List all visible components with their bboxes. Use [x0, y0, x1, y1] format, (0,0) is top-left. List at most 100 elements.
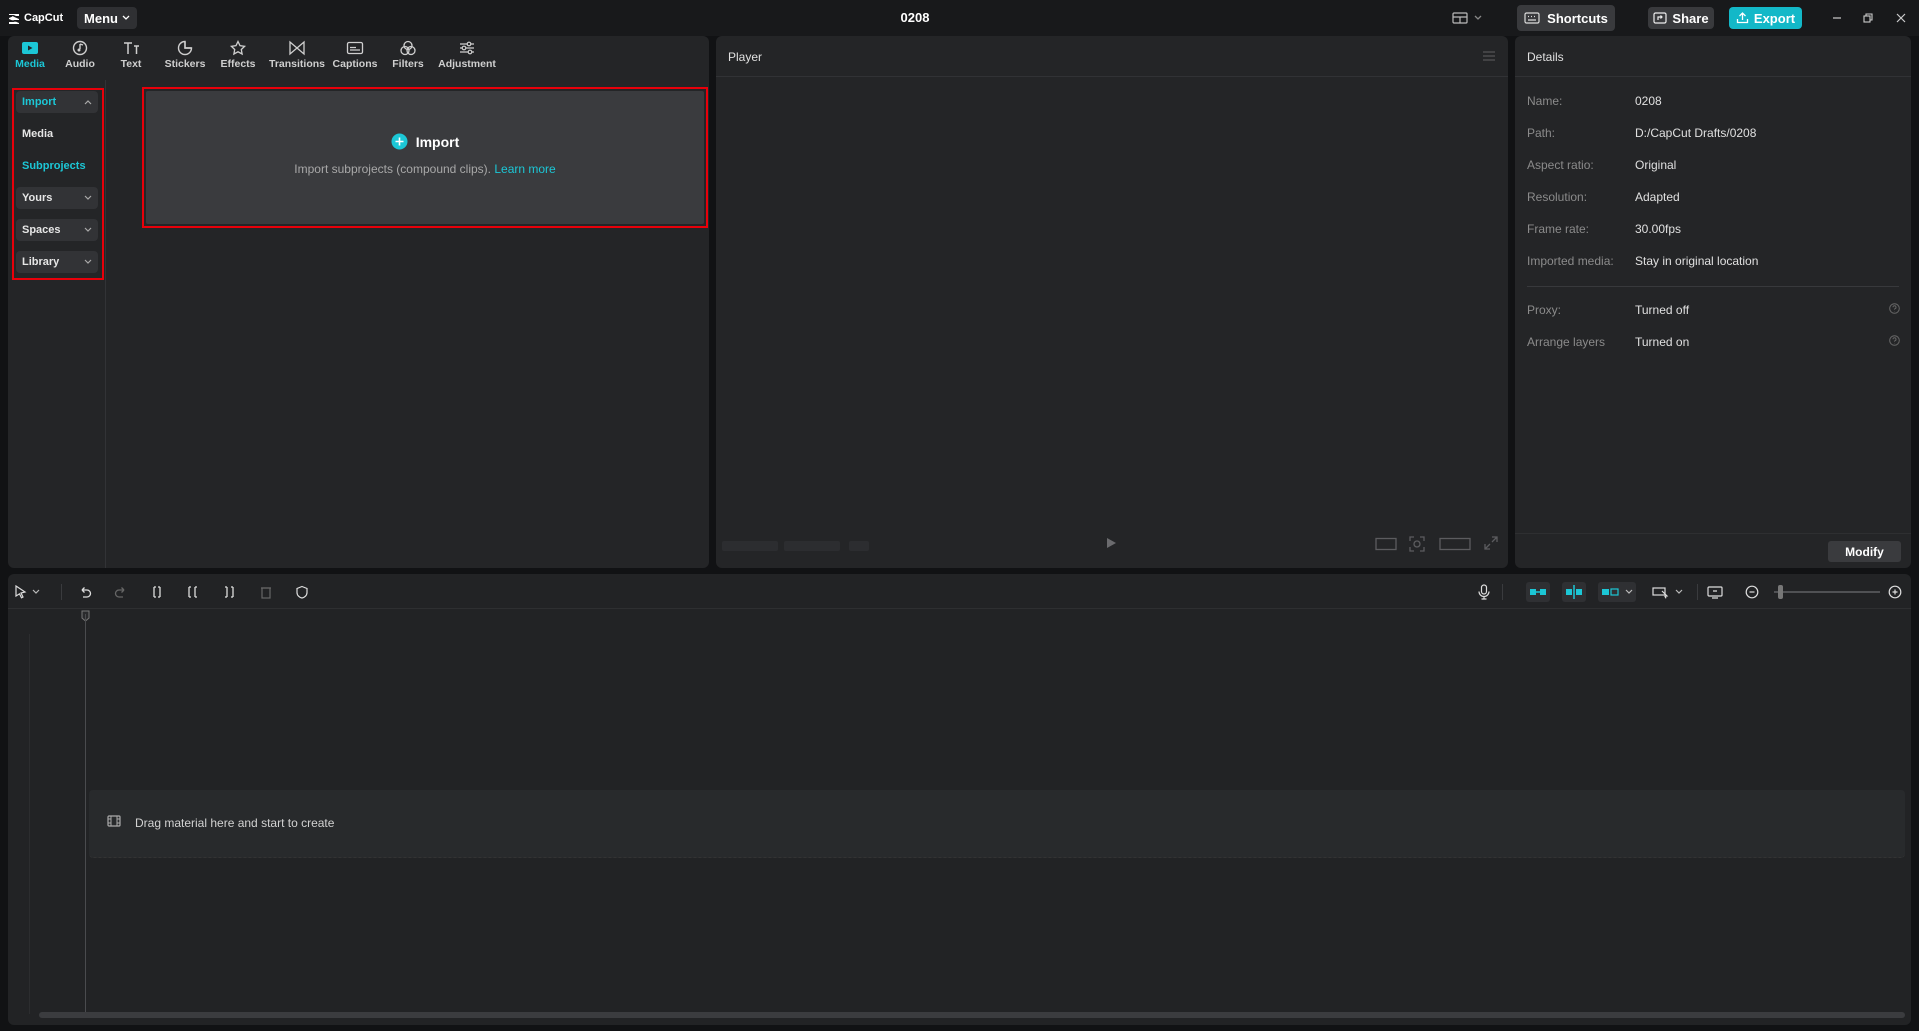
- detail-value-path: D:/CapCut Drafts/0208: [1635, 126, 1757, 140]
- toolbar-divider: [1502, 584, 1503, 600]
- ratio-button[interactable]: [1439, 537, 1471, 551]
- trim-right-icon: [225, 586, 234, 598]
- minimize-button[interactable]: [1829, 10, 1845, 26]
- effects-icon: [229, 40, 247, 56]
- details-header-divider: [1515, 76, 1911, 77]
- detail-label-frame-rate: Frame rate:: [1527, 222, 1590, 236]
- details-title: Details: [1527, 50, 1564, 64]
- zoom-view-button[interactable]: [1409, 536, 1425, 552]
- filters-icon: [400, 40, 416, 56]
- preview-axis-button[interactable]: [1649, 582, 1685, 602]
- drop-hint-text: Drag material here and start to create: [135, 816, 335, 830]
- export-button[interactable]: Export: [1729, 7, 1802, 29]
- share-button[interactable]: Share: [1648, 7, 1714, 29]
- help-icon: [1889, 335, 1900, 346]
- fullscreen-button[interactable]: [1484, 536, 1498, 550]
- zoom-in-button[interactable]: [1885, 582, 1905, 602]
- timeline-view-button[interactable]: [1705, 582, 1725, 602]
- timecode-current: [722, 541, 778, 551]
- media-icon: [22, 42, 38, 54]
- keyboard-icon: [1524, 12, 1540, 24]
- split-right-button[interactable]: [219, 582, 239, 602]
- audio-icon: [72, 40, 88, 56]
- zoom-out-button[interactable]: [1742, 582, 1762, 602]
- proxy-info-button[interactable]: [1889, 303, 1900, 314]
- modify-button[interactable]: Modify: [1828, 541, 1901, 562]
- tab-label: Adjustment: [438, 58, 496, 70]
- player-menu-button[interactable]: [1482, 50, 1496, 62]
- close-icon: [1896, 13, 1906, 23]
- adjustment-icon: [460, 41, 474, 55]
- detail-label-name: Name:: [1527, 94, 1563, 108]
- zoom-slider-handle[interactable]: [1778, 585, 1783, 599]
- shield-icon: [296, 585, 308, 599]
- capcut-logo-icon: [9, 13, 19, 24]
- detail-label-imported-media: Imported media:: [1527, 254, 1614, 268]
- menu-button[interactable]: Menu: [77, 7, 137, 29]
- capcut-logo: CapCut: [8, 9, 63, 27]
- snap-icon: [1566, 585, 1582, 599]
- tab-transitions[interactable]: Transitions: [267, 40, 327, 76]
- layout-toggle-button[interactable]: [1452, 9, 1490, 27]
- timeline-panel: Drag material here and start to create: [8, 574, 1911, 1025]
- toolbar-divider: [61, 584, 62, 600]
- tab-adjustment[interactable]: Adjustment: [436, 40, 498, 76]
- detail-value-frame-rate: 30.00fps: [1635, 222, 1682, 236]
- tab-captions[interactable]: Captions: [331, 40, 379, 76]
- linkage-button[interactable]: [1598, 582, 1636, 602]
- detail-label-resolution: Resolution:: [1527, 190, 1588, 204]
- minimize-icon: [1833, 17, 1841, 19]
- split-button[interactable]: [147, 582, 167, 602]
- export-label: Export: [1753, 10, 1796, 26]
- close-button[interactable]: [1893, 10, 1909, 26]
- sidebar-divider: [105, 80, 106, 568]
- link-clips-icon: [1602, 588, 1619, 596]
- tab-audio[interactable]: Audio: [63, 40, 97, 76]
- split-left-button[interactable]: [183, 582, 203, 602]
- tab-filters[interactable]: Filters: [390, 40, 426, 76]
- shortcuts-button[interactable]: Shortcuts: [1517, 5, 1615, 31]
- timeline-scrollbar[interactable]: [39, 1012, 1905, 1018]
- tab-media[interactable]: Media: [13, 40, 47, 76]
- player-title: Player: [728, 50, 763, 64]
- share-label: Share: [1672, 10, 1709, 26]
- details-divider: [1527, 286, 1899, 287]
- aspect-ratio-icon: [1439, 537, 1471, 551]
- monitor-icon: [1707, 586, 1723, 599]
- restore-button[interactable]: [1860, 10, 1876, 26]
- mark-button[interactable]: [292, 582, 312, 602]
- arrange-layers-info-button[interactable]: [1889, 335, 1900, 346]
- select-tool-button[interactable]: [14, 582, 46, 602]
- player-header-divider: [716, 76, 1508, 77]
- auto-snapping-button[interactable]: [1562, 582, 1586, 602]
- safe-area-button[interactable]: [1375, 537, 1397, 551]
- zoom-slider[interactable]: [1774, 591, 1880, 593]
- magnet-link-icon: [1530, 589, 1546, 595]
- transitions-icon: [289, 40, 305, 56]
- share-icon: [1653, 12, 1668, 24]
- detail-value-aspect-ratio: Original: [1635, 158, 1677, 172]
- detail-value-resolution: Adapted: [1635, 190, 1680, 204]
- zoom-in-icon: [1888, 585, 1902, 599]
- player-panel: Player: [716, 36, 1508, 568]
- highlight-box-sidebar: [12, 88, 104, 280]
- delete-button[interactable]: [256, 582, 276, 602]
- tab-effects[interactable]: Effects: [219, 40, 257, 76]
- timeline-toolbar-divider: [8, 608, 1911, 609]
- timeline-drop-zone[interactable]: Drag material here and start to create: [89, 790, 1905, 858]
- tab-label: Stickers: [164, 58, 206, 70]
- tab-stickers[interactable]: Stickers: [164, 40, 206, 76]
- tab-label: Effects: [220, 58, 256, 70]
- trim-left-icon: [188, 586, 197, 598]
- chevron-down-icon: [1675, 589, 1682, 594]
- timecode-total: [784, 541, 840, 551]
- focus-icon: [1409, 536, 1425, 552]
- track-header-divider: [29, 634, 30, 1014]
- main-track-magnet-button[interactable]: [1526, 582, 1550, 602]
- undo-button[interactable]: [75, 582, 95, 602]
- redo-button[interactable]: [111, 582, 131, 602]
- tab-text[interactable]: Text: [116, 40, 146, 76]
- play-button[interactable]: [1104, 536, 1118, 550]
- record-voice-button[interactable]: [1474, 582, 1494, 602]
- redo-icon: [114, 587, 125, 598]
